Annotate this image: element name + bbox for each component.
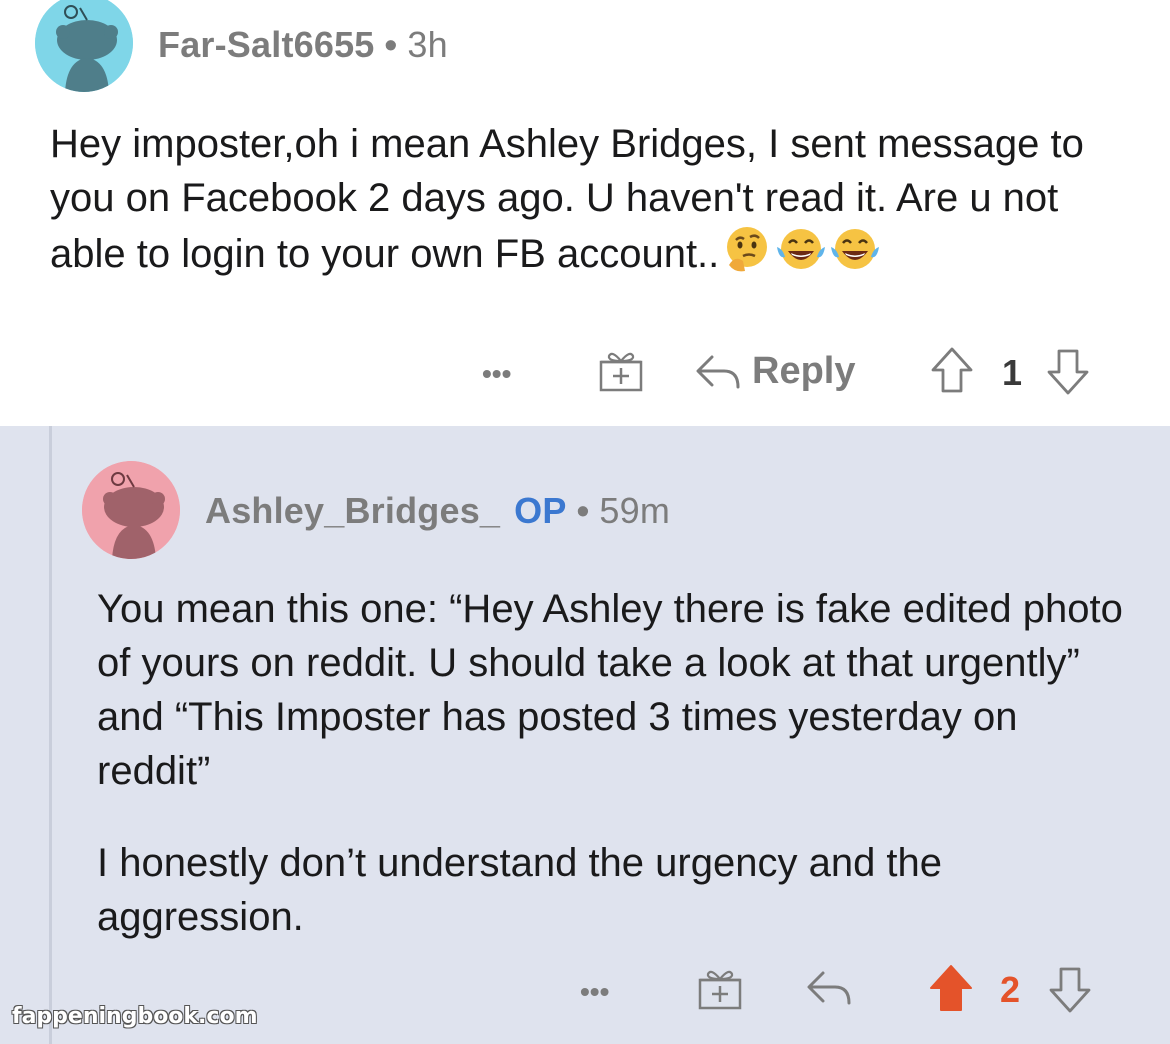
comment-text: Hey imposter,oh i mean Ashley Bridges, I… (50, 122, 1084, 276)
vote-count: 1 (1002, 352, 1022, 394)
reply-button[interactable] (805, 967, 853, 1009)
reply-button[interactable]: Reply (694, 350, 855, 393)
more-options-button[interactable]: ••• (580, 976, 609, 1008)
more-options-button[interactable]: ••• (482, 358, 511, 390)
comment-meta: Ashley_Bridges_ OP • 59m (205, 490, 670, 532)
comment-meta: Far-Salt6655 • 3h (158, 24, 448, 66)
reply-arrow-icon (807, 971, 851, 1005)
comment-time: 3h (407, 24, 448, 65)
snoo-avatar-icon (82, 461, 180, 559)
user-avatar[interactable] (35, 0, 133, 92)
thinking-face-emoji-icon (727, 227, 768, 272)
user-avatar[interactable] (82, 461, 180, 559)
vote-count-value: 2 (1000, 969, 1021, 1010)
upvote-arrow-icon (931, 347, 973, 393)
username[interactable]: Ashley_Bridges_ (205, 490, 500, 531)
tears-of-joy-emoji-icon (831, 229, 880, 269)
award-button[interactable] (598, 348, 644, 394)
upvote-arrow-filled-icon (930, 965, 972, 1011)
upvote-button[interactable] (930, 346, 974, 394)
comment-body: You mean this one: “Hey Ashley there is … (97, 582, 1137, 944)
reply-comment: Ashley_Bridges_ OP • 59m You mean this one:… (0, 426, 1170, 1044)
username[interactable]: Far-Salt6655 (158, 24, 375, 65)
comment-paragraph: I honestly don’t understand the urgency … (97, 841, 943, 939)
reply-label: Reply (752, 350, 856, 392)
tears-of-joy-emoji-icon (777, 229, 826, 269)
downvote-arrow-icon (1047, 349, 1089, 395)
thread-line[interactable] (49, 426, 52, 1044)
more-options-label: ••• (482, 358, 512, 389)
comment-paragraph: You mean this one: “Hey Ashley there is … (97, 587, 1123, 793)
parent-comment: Far-Salt6655 • 3h Hey imposter,oh i mean A… (0, 0, 1170, 426)
comment-time: 59m (599, 490, 671, 531)
meta-separator: • (384, 24, 398, 65)
award-button[interactable] (697, 966, 743, 1012)
more-options-label: ••• (580, 976, 610, 1007)
vote-count-value: 1 (1002, 352, 1023, 393)
downvote-button[interactable] (1048, 966, 1092, 1014)
downvote-button[interactable] (1046, 348, 1090, 396)
watermark: fappeningbook.com (12, 1004, 258, 1029)
vote-count: 2 (1000, 969, 1020, 1011)
comment-body: Hey imposter,oh i mean Ashley Bridges, I… (50, 117, 1140, 281)
upvote-button[interactable] (928, 963, 974, 1013)
downvote-arrow-icon (1049, 967, 1091, 1013)
gift-icon (599, 352, 643, 392)
gift-icon (698, 970, 742, 1010)
op-badge: OP (514, 490, 567, 531)
snoo-avatar-icon (35, 0, 133, 92)
meta-separator: • (576, 490, 590, 531)
reply-arrow-icon (696, 355, 740, 388)
